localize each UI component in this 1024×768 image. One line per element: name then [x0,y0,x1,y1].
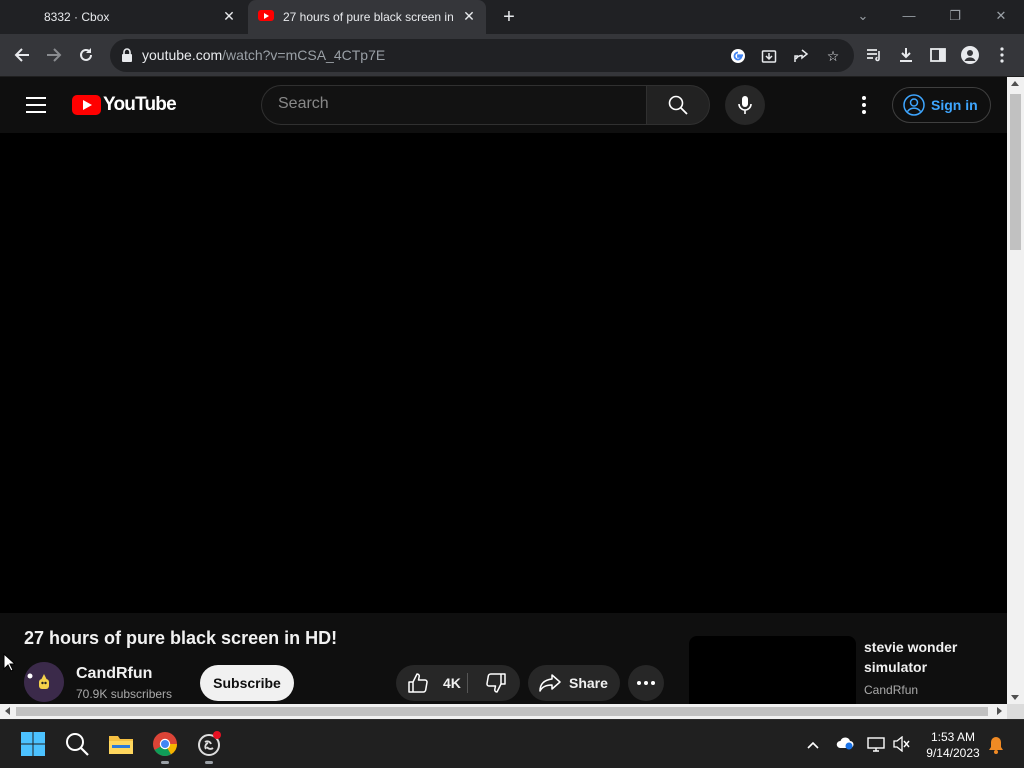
back-button[interactable] [10,43,34,67]
share-button[interactable]: Share [528,665,620,701]
url-host: youtube.com [142,47,223,63]
video-player[interactable] [0,133,1007,613]
tab-cbox[interactable]: 8332 · Cbox ✕ [0,0,246,34]
search-button[interactable] [646,85,710,125]
clock-time: 1:53 AM [930,730,976,744]
tab-youtube[interactable]: 27 hours of pure black screen in HD! ✕ [248,0,486,34]
network-icon[interactable] [867,736,885,754]
file-explorer-icon[interactable] [108,731,134,757]
scroll-right-arrow-icon[interactable] [997,707,1002,715]
microphone-icon [738,96,752,114]
youtube-favicon-icon [258,10,274,21]
bookmark-star-icon[interactable]: ☆ [824,47,842,65]
recommendation-title[interactable]: stevie wonder simulator [864,637,994,677]
chrome-menu-icon[interactable] [990,43,1014,67]
settings-more-icon[interactable] [852,93,876,117]
scroll-down-arrow-icon[interactable] [1011,695,1019,700]
tab-title: 8332 · Cbox [44,10,110,24]
recommendation-thumbnail[interactable] [689,636,856,704]
lock-icon[interactable] [120,48,134,63]
vertical-scrollbar[interactable] [1007,77,1024,704]
system-clock[interactable]: 1:53 AM 9/14/2023 [922,729,984,761]
share-page-icon[interactable] [792,47,810,65]
close-tab-icon[interactable]: ✕ [222,9,236,23]
url-text: youtube.com/watch?v=mCSA_4CTp7E [142,47,385,63]
voice-search-button[interactable] [725,85,765,125]
video-title: 27 hours of pure black screen in HD! [24,628,338,648]
search-box [261,85,647,125]
scroll-left-arrow-icon[interactable] [5,707,10,715]
google-lens-icon[interactable] [729,47,747,65]
channel-avatar[interactable] [24,662,64,702]
install-app-icon[interactable] [760,47,778,65]
search-input[interactable] [278,95,628,113]
obs-running-indicator [205,761,213,764]
clock-date: 9/14/2023 [926,746,980,760]
close-window-button[interactable]: ✕ [990,6,1012,26]
youtube-logo[interactable]: YouTube [72,94,177,116]
tab-title: 27 hours of pure black screen in HD! [283,10,453,24]
obs-studio-icon[interactable] [196,731,222,757]
onedrive-sync-icon[interactable] [836,736,854,754]
sign-in-label: Sign in [931,97,978,113]
youtube-masthead: YouTube Sign in [0,77,1007,133]
reading-list-icon[interactable] [862,43,886,67]
scrollbar-corner [1007,704,1024,719]
chrome-running-indicator [161,761,169,764]
youtube-wordmark: YouTube [103,94,177,115]
forward-button[interactable] [42,43,66,67]
more-actions-button[interactable] [628,665,664,701]
taskbar-search-icon[interactable] [64,731,90,757]
volume-muted-icon[interactable] [893,735,911,754]
thumbs-up-icon [408,673,428,693]
thumbs-down-icon [486,673,506,693]
windows-start-icon[interactable] [20,731,46,757]
minimize-button[interactable]: — [898,6,920,26]
tab-search-icon[interactable]: ⌄ [852,6,874,26]
search-icon [668,95,688,115]
share-label: Share [569,675,608,691]
side-panel-icon[interactable] [926,43,950,67]
recommendation-channel[interactable]: CandRfun [864,683,918,697]
browser-tab-strip: 8332 · Cbox ✕ 27 hours of pure black scr… [0,0,1024,34]
subscribe-button[interactable]: Subscribe [200,665,294,701]
horizontal-scrollbar[interactable] [0,704,1007,719]
sign-in-button[interactable]: Sign in [892,87,991,123]
new-tab-button[interactable]: + [498,6,520,28]
downloads-icon[interactable] [894,43,918,67]
mouse-cursor-icon [3,653,15,672]
reload-button[interactable] [74,43,98,67]
like-button[interactable]: 4K [396,665,466,701]
dislike-button[interactable] [476,665,516,701]
url-path: /watch?v=mCSA_4CTp7E [222,47,386,63]
like-dislike-bar: 4K [396,665,520,701]
browser-toolbar: youtube.com/watch?v=mCSA_4CTp7E ☆ [0,34,1024,77]
subscriber-count: 70.9K subscribers [76,687,173,701]
account-icon [903,94,925,116]
youtube-play-logo-icon [72,95,101,115]
horizontal-scroll-thumb[interactable] [16,707,988,716]
windows-taskbar: 1:53 AM 9/14/2023 [0,719,1024,768]
notification-bell-icon[interactable] [987,736,1005,754]
channel-name[interactable]: CandRfun [76,665,152,683]
restore-button[interactable]: ❐ [944,6,966,26]
share-arrow-icon [539,674,561,692]
like-count: 4K [443,675,461,691]
address-bar[interactable]: youtube.com/watch?v=mCSA_4CTp7E ☆ [110,39,854,72]
close-tab-icon[interactable]: ✕ [462,9,476,23]
profile-icon[interactable] [958,43,982,67]
chrome-taskbar-icon[interactable] [152,731,178,757]
show-hidden-icons-icon[interactable] [804,736,822,754]
scroll-up-arrow-icon[interactable] [1011,81,1019,86]
guide-menu-icon[interactable] [26,97,46,113]
like-divider [467,673,468,693]
vertical-scroll-thumb[interactable] [1010,94,1021,250]
